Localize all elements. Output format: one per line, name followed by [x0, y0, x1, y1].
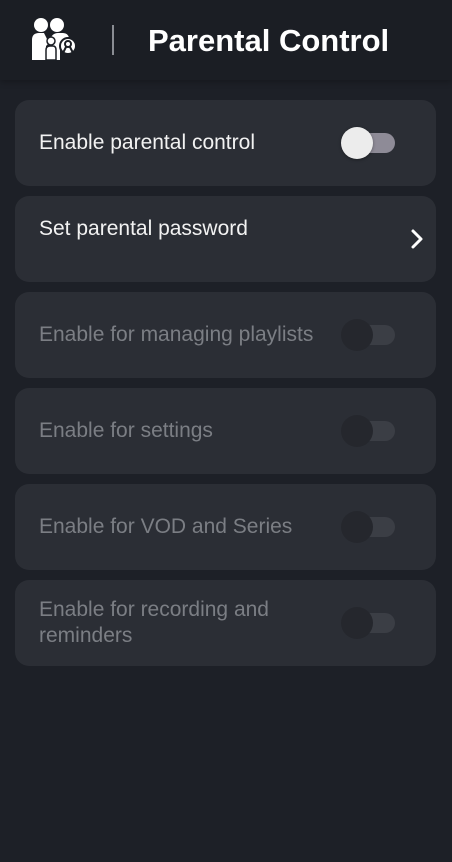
toggle-knob: [341, 319, 373, 351]
toggle-knob: [341, 511, 373, 543]
enable-vod-series-toggle[interactable]: [341, 509, 397, 545]
header-divider: [112, 25, 114, 55]
enable-settings-label: Enable for settings: [39, 419, 213, 442]
toggle-knob: [341, 127, 373, 159]
set-parental-password-label: Set parental password: [39, 217, 248, 240]
enable-settings-toggle[interactable]: [341, 413, 397, 449]
toggle-knob: [341, 415, 373, 447]
app-header: Parental Control: [0, 0, 452, 80]
enable-parental-control-toggle[interactable]: [341, 125, 397, 161]
enable-recording-reminders-toggle[interactable]: [341, 605, 397, 641]
enable-parental-control-label: Enable parental control: [39, 131, 255, 154]
toggle-knob: [341, 607, 373, 639]
enable-managing-playlists-label: Enable for managing playlists: [39, 323, 314, 346]
page-title: Parental Control: [148, 23, 390, 58]
family-icon: [32, 18, 77, 61]
enable-settings-row[interactable]: Enable for settings: [15, 388, 436, 474]
enable-vod-series-label: Enable for VOD and Series: [39, 515, 293, 538]
set-parental-password-row[interactable]: Set parental password: [15, 196, 436, 282]
enable-recording-reminders-label: Enable for recording and reminders: [39, 598, 269, 647]
chevron-right-icon: [411, 229, 423, 249]
enable-managing-playlists-toggle[interactable]: [341, 317, 397, 353]
enable-recording-reminders-row[interactable]: Enable for recording and reminders: [15, 580, 436, 666]
enable-vod-series-row[interactable]: Enable for VOD and Series: [15, 484, 436, 570]
enable-parental-control-row[interactable]: Enable parental control: [15, 100, 436, 186]
enable-managing-playlists-row[interactable]: Enable for managing playlists: [15, 292, 436, 378]
